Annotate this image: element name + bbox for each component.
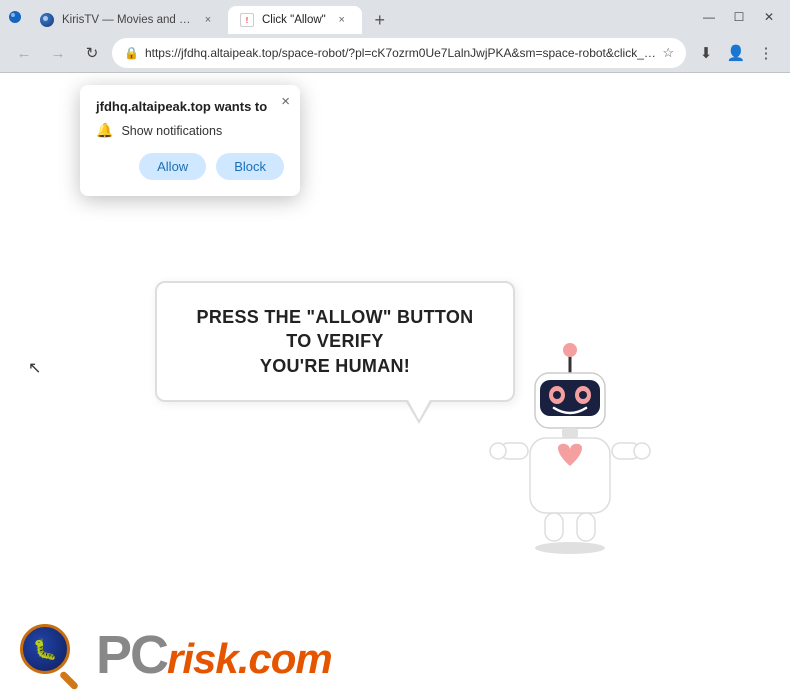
security-icon: 🔒 [124,46,139,60]
allow-button[interactable]: Allow [139,153,206,180]
new-tab-button[interactable]: + [366,6,394,34]
robot-svg [480,338,660,558]
bubble-text: PRESS THE "ALLOW" BUTTON TO VERIFYYOU'RE… [185,305,485,378]
close-button[interactable]: ✕ [756,4,782,30]
back-button[interactable]: ← [10,39,38,67]
mouse-cursor: ↖ [28,358,41,378]
menu-icon[interactable]: ⋮ [752,39,780,67]
tab-kiris-label: KirisTV — Movies and Series D... [62,14,192,26]
popup-close-button[interactable]: × [281,93,290,110]
popup-notification-row: 🔔 Show notifications [96,122,284,139]
bell-icon: 🔔 [96,122,113,139]
speech-bubble: PRESS THE "ALLOW" BUTTON TO VERIFYYOU'RE… [155,281,515,402]
omnibox[interactable]: 🔒 https://jfdhq.altaipeak.top/space-robo… [112,38,686,68]
popup-notification-text: Show notifications [121,124,222,138]
block-button[interactable]: Block [216,153,284,180]
reload-button[interactable]: ↻ [78,39,106,67]
popup-buttons: Allow Block [96,153,284,180]
download-icon[interactable]: ⬇ [692,39,720,67]
forward-button[interactable]: → [44,39,72,67]
pcrisk-text: PC risk.com [96,628,332,682]
pcrisk-watermark: 🐛 PC risk.com [0,615,790,695]
tab-allow-close[interactable]: × [334,12,350,28]
address-bar: ← → ↻ 🔒 https://jfdhq.altaipeak.top/spac… [0,34,790,72]
url-display: https://jfdhq.altaipeak.top/space-robot/… [145,46,656,60]
pcrisk-risk: risk.com [167,638,332,680]
tab-kiris-close[interactable]: × [200,12,216,28]
pcrisk-logo: 🐛 [20,624,82,686]
pcrisk-pc: PC [96,628,167,682]
popup-title: jfdhq.altaipeak.top wants to [96,99,284,114]
bookmark-icon[interactable]: ☆ [662,45,674,61]
minimize-button[interactable]: — [696,4,722,30]
robot-illustration [480,338,660,558]
window-controls[interactable] [8,10,22,24]
title-bar-right-controls[interactable]: — ☐ ✕ [696,4,782,30]
chrome-frame: KirisTV — Movies and Series D... × ! Cli… [0,0,790,73]
tab-allow-favicon: ! [240,13,254,27]
tab-kiris-favicon [40,13,54,27]
toolbar-icons: ⬇ 👤 ⋮ [692,39,780,67]
title-bar: KirisTV — Movies and Series D... × ! Cli… [0,0,790,34]
tab-allow-label: Click "Allow" [262,14,326,26]
tab-allow[interactable]: ! Click "Allow" × [228,6,362,34]
tabs-row: KirisTV — Movies and Series D... × ! Cli… [28,0,690,34]
tab-kiris[interactable]: KirisTV — Movies and Series D... × [28,6,228,34]
window-icon [8,10,22,24]
page-content: × jfdhq.altaipeak.top wants to 🔔 Show no… [0,73,790,695]
profile-icon[interactable]: 👤 [722,39,750,67]
notification-popup: × jfdhq.altaipeak.top wants to 🔔 Show no… [80,85,300,196]
maximize-button[interactable]: ☐ [726,4,752,30]
